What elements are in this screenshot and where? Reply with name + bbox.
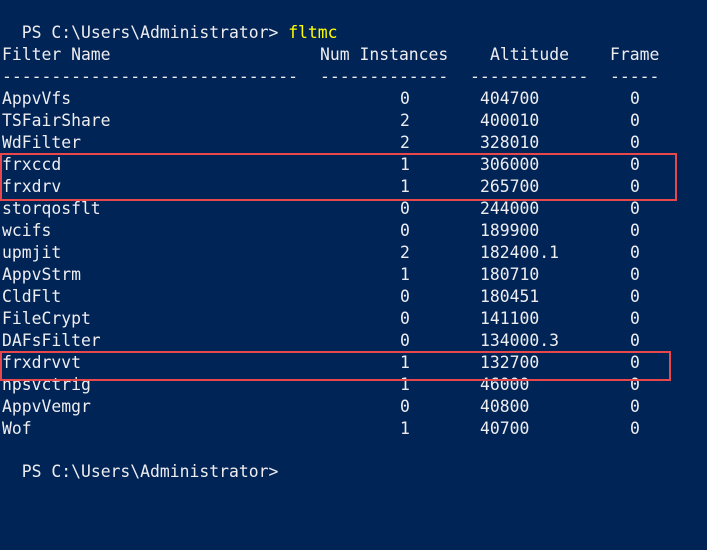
table-row: upmjit 2 182400.1 0	[2, 242, 702, 264]
frame: 0	[630, 419, 640, 438]
table-row: CldFlt 0 180451 0	[2, 286, 702, 308]
frame: 0	[630, 309, 640, 328]
num-instances: 1	[400, 353, 410, 372]
altitude: 134000.3	[480, 331, 559, 350]
filter-name: WdFilter	[2, 133, 81, 152]
table-row: TSFairShare 2 400010 0	[2, 110, 702, 132]
altitude: 132700	[480, 353, 540, 372]
prompt-text: PS C:\Users\Administrator>	[21, 23, 289, 42]
num-instances: 2	[400, 243, 410, 262]
table-row: WdFilter 2 328010 0	[2, 132, 702, 154]
frame: 0	[630, 331, 640, 350]
table-row: AppvStrm 1 180710 0	[2, 264, 702, 286]
prompt-line: PS C:\Users\Administrator> fltmc	[2, 0, 338, 42]
altitude: 40700	[480, 419, 530, 438]
num-instances: 0	[400, 89, 410, 108]
header-altitude: Altitude	[490, 45, 569, 64]
filter-name: frxdrv	[2, 177, 62, 196]
num-instances: 2	[400, 133, 410, 152]
num-instances: 1	[400, 375, 410, 394]
num-instances: 0	[400, 287, 410, 306]
filter-name: DAFsFilter	[2, 331, 101, 350]
frame: 0	[630, 397, 640, 416]
header-filter-name: Filter Name	[2, 45, 111, 64]
next-prompt-text: PS C:\Users\Administrator>	[21, 462, 279, 481]
filter-name: frxdrvvt	[2, 353, 81, 372]
frame: 0	[630, 89, 640, 108]
altitude: 265700	[480, 177, 540, 196]
num-instances: 1	[400, 155, 410, 174]
num-instances: 0	[400, 199, 410, 218]
powershell-console[interactable]: { "prompt": { "text": "PS C:\\Users\\Adm…	[0, 0, 707, 481]
altitude: 182400.1	[480, 243, 559, 262]
table-row: DAFsFilter 0 134000.3 0	[2, 330, 702, 352]
table-row: storqosflt 0 244000 0	[2, 198, 702, 220]
frame: 0	[630, 111, 640, 130]
filter-name: storqosflt	[2, 199, 101, 218]
filter-name: AppvVemgr	[2, 397, 91, 416]
frame: 0	[630, 243, 640, 262]
table-row: frxdrvvt 1 132700 0	[2, 352, 702, 374]
next-prompt-line: PS C:\Users\Administrator>	[2, 439, 279, 481]
altitude: 40800	[480, 397, 530, 416]
frame: 0	[630, 133, 640, 152]
frame: 0	[630, 265, 640, 284]
num-instances: 0	[400, 397, 410, 416]
frame: 0	[630, 375, 640, 394]
table-separator: ------------------------------ ---------…	[2, 66, 702, 88]
table-row: frxccd 1 306000 0	[2, 154, 702, 176]
table-row: Wof 1 40700 0	[2, 418, 702, 440]
num-instances: 2	[400, 111, 410, 130]
altitude: 328010	[480, 133, 540, 152]
altitude: 180451	[480, 287, 540, 306]
command-text: fltmc	[288, 23, 338, 42]
filter-name: frxccd	[2, 155, 62, 174]
altitude: 306000	[480, 155, 540, 174]
filter-name: npsvctrig	[2, 375, 91, 394]
altitude: 46000	[480, 375, 530, 394]
filter-name: TSFairShare	[2, 111, 111, 130]
filter-name: upmjit	[2, 243, 62, 262]
separator-num-instances: -------------	[320, 67, 449, 86]
frame: 0	[630, 287, 640, 306]
altitude: 141100	[480, 309, 540, 328]
frame: 0	[630, 221, 640, 240]
separator-filter-name: ------------------------------	[2, 67, 299, 86]
num-instances: 0	[400, 331, 410, 350]
filter-name: wcifs	[2, 221, 52, 240]
table-row: frxdrv 1 265700 0	[2, 176, 702, 198]
filter-name: Wof	[2, 419, 32, 438]
frame: 0	[630, 199, 640, 218]
frame: 0	[630, 155, 640, 174]
altitude: 189900	[480, 221, 540, 240]
num-instances: 0	[400, 309, 410, 328]
num-instances: 1	[400, 419, 410, 438]
num-instances: 0	[400, 221, 410, 240]
table-row: AppvVemgr 0 40800 0	[2, 396, 702, 418]
table-row: AppvVfs 0 404700 0	[2, 88, 702, 110]
table-row: wcifs 0 189900 0	[2, 220, 702, 242]
table-row: FileCrypt 0 141100 0	[2, 308, 702, 330]
num-instances: 1	[400, 177, 410, 196]
altitude: 400010	[480, 111, 540, 130]
frame: 0	[630, 353, 640, 372]
altitude: 244000	[480, 199, 540, 218]
filter-name: CldFlt	[2, 287, 62, 306]
table-header: Filter Name Num Instances Altitude Frame	[2, 44, 702, 66]
filter-name: AppvVfs	[2, 89, 72, 108]
table-row: npsvctrig 1 46000 0	[2, 374, 702, 396]
header-num-instances: Num Instances	[320, 45, 449, 64]
num-instances: 1	[400, 265, 410, 284]
altitude: 180710	[480, 265, 540, 284]
separator-frame: -----	[610, 67, 660, 86]
header-frame: Frame	[610, 45, 660, 64]
filter-name: AppvStrm	[2, 265, 81, 284]
separator-altitude: ------------	[470, 67, 589, 86]
altitude: 404700	[480, 89, 540, 108]
frame: 0	[630, 177, 640, 196]
filter-name: FileCrypt	[2, 309, 91, 328]
